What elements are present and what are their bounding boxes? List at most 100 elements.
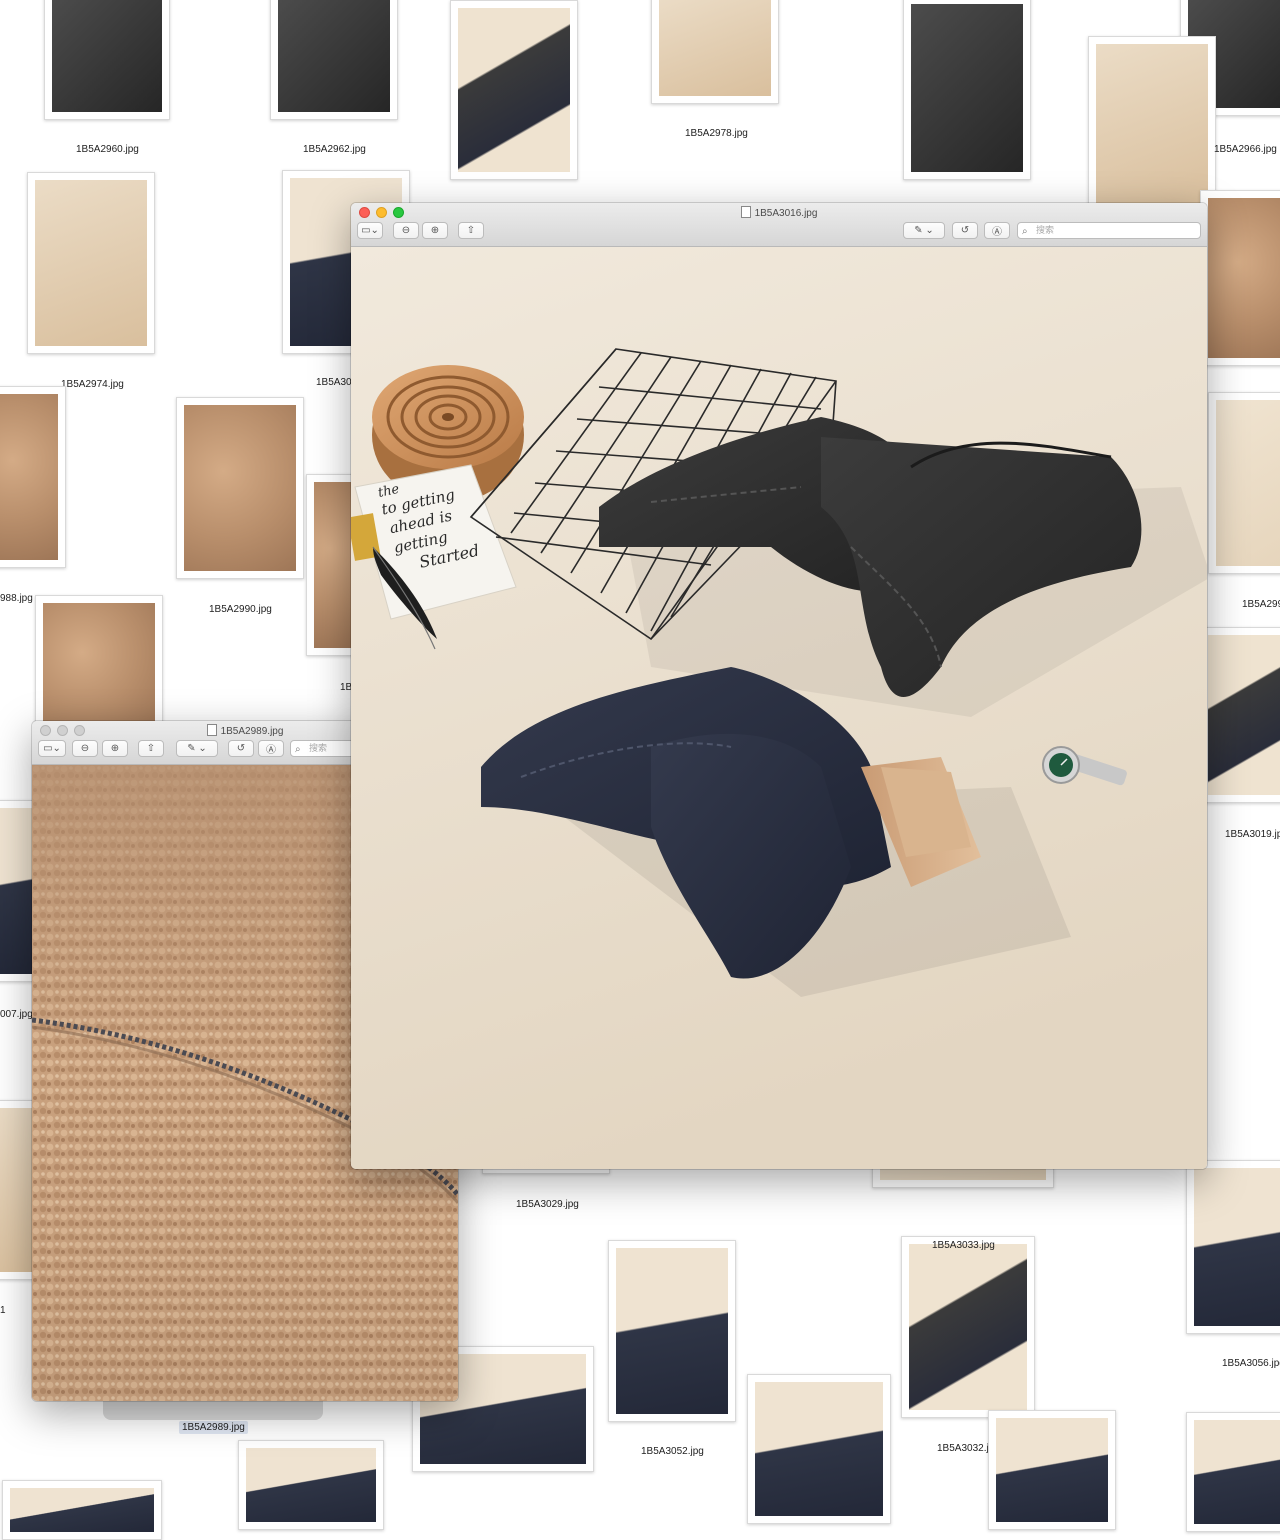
image-canvas[interactable]: the to getting ahead is getting Started (351, 247, 1207, 1169)
thumbnail-image (1194, 1168, 1280, 1326)
zoom-out-icon: ⊖ (80, 743, 90, 754)
thumbnail-1B5A2974[interactable] (27, 172, 155, 354)
annotate-button[interactable]: Ⓐ (258, 740, 284, 757)
thumbnail-image (458, 8, 570, 172)
pen-icon: ✎ ⌄ (187, 743, 207, 754)
thumbnail-image (0, 1108, 32, 1272)
thumbnail-bottom-right-a[interactable] (988, 1410, 1116, 1530)
thumbnail-caption: 1B5A2962.jpg (303, 144, 366, 155)
markup-icon: Ⓐ (992, 227, 1002, 238)
zoom-in-icon: ⊕ (430, 225, 440, 236)
thumbnail-1B5A2988[interactable] (0, 386, 66, 568)
thumbnail-caption: 1B5A3056.jpg (1222, 1358, 1280, 1369)
share-button[interactable]: ⇧ (138, 740, 164, 757)
thumbnail-1B5A2978-left[interactable] (450, 0, 578, 180)
thumbnail-image (52, 0, 162, 112)
thumbnail-fleece-mid[interactable] (35, 595, 163, 735)
zoom-in-icon: ⊕ (110, 743, 120, 754)
thumbnail-bottom-left[interactable] (2, 1480, 162, 1540)
thumbnail-1B5A2960[interactable] (44, 0, 170, 120)
thumbnail-caption: 1B5A3052.jpg (641, 1446, 704, 1457)
markup-icon: Ⓐ (266, 745, 276, 756)
thumbnail-image (0, 394, 58, 560)
zoom-out-button[interactable]: ⊖ (393, 222, 419, 239)
thumbnail-image (909, 1244, 1027, 1410)
thumbnail-caption: 1B5A2990.jpg (209, 604, 272, 615)
thumbnail-image (911, 4, 1023, 172)
thumbnail-image (43, 603, 155, 727)
thumbnail-1B5A3052[interactable] (608, 1240, 736, 1422)
zoom-out-button[interactable]: ⊖ (72, 740, 98, 757)
drag-shadow (103, 1398, 323, 1420)
thumbnail-image (755, 1382, 883, 1516)
thumbnail-image (1208, 635, 1280, 795)
thumbnail-image (1194, 1420, 1280, 1524)
rotate-button[interactable]: ↺ (952, 222, 978, 239)
document-icon (740, 206, 751, 218)
thumbnail-1B5A3019[interactable] (1200, 627, 1280, 803)
thumbnail-1B5A3032[interactable] (747, 1374, 891, 1524)
window-title-text: 1B5A2989.jpg (220, 726, 284, 737)
selected-file-caption[interactable]: 1B5A2989.jpg (179, 1421, 248, 1434)
zoom-in-button[interactable]: ⊕ (102, 740, 128, 757)
thumbnail-1B5A2962[interactable] (270, 0, 398, 120)
thumbnail-caption: 1B5A3033.jpg (932, 1240, 995, 1251)
thumbnail-image (616, 1248, 728, 1414)
thumbnail-caption: 1B5A299 (1242, 599, 1280, 610)
search-icon: ⌕ (295, 744, 301, 755)
thumbnail-image (996, 1418, 1108, 1522)
thumbnail-caption: 988.jpg (0, 593, 33, 604)
thumbnail-image (184, 405, 296, 571)
search-field[interactable]: ⌕ 搜索 (1017, 222, 1201, 239)
thumbnail-caption: 1B5A2966.jpg (1214, 144, 1277, 155)
thumbnail-right-fleece[interactable] (1200, 190, 1280, 366)
thumbnail-dark-pants[interactable] (903, 0, 1031, 180)
document-icon (206, 724, 217, 736)
thumbnail-caption: 1B5A3019.jpg (1225, 829, 1280, 840)
rotate-button[interactable]: ↺ (228, 740, 254, 757)
markup-button[interactable]: ✎ ⌄ (176, 740, 218, 757)
thumbnail-1B5A3033[interactable] (901, 1236, 1035, 1418)
sidebar-toggle-button[interactable]: ▭⌄ (38, 740, 66, 757)
product-photo: the to getting ahead is getting Started (351, 247, 1207, 1169)
rotate-icon: ↺ (236, 743, 246, 754)
search-placeholder: 搜索 (1036, 225, 1055, 235)
search-placeholder: 搜索 (309, 743, 328, 753)
thumbnail-image (1216, 400, 1280, 566)
thumbnail-image (246, 1448, 376, 1522)
sidebar-toggle-button[interactable]: ▭⌄ (357, 222, 383, 239)
zoom-in-button[interactable]: ⊕ (422, 222, 448, 239)
share-icon: ⇧ (466, 225, 476, 236)
thumbnail-bottom-right-b[interactable] (1186, 1412, 1280, 1532)
thumbnail-caption: 1B5A3032.j (937, 1443, 989, 1454)
preview-window-main[interactable]: 1B5A3016.jpg ▭⌄ ⊖ ⊕ ⇧ ✎ ⌄ ↺ Ⓐ ⌕ 搜索 the t… (351, 203, 1207, 1169)
thumbnail-caption: 1B5A2978.jpg (685, 128, 748, 139)
thumbnail-1B5A2990[interactable] (176, 397, 304, 579)
thumbnail-image (1208, 198, 1280, 358)
thumbnail-caption: 1B5A2960.jpg (76, 144, 139, 155)
zoom-out-icon: ⊖ (401, 225, 411, 236)
sidebar-icon: ▭⌄ (43, 743, 61, 754)
thumbnail-image (1096, 44, 1208, 204)
markup-button[interactable]: ✎ ⌄ (903, 222, 945, 239)
share-button[interactable]: ⇧ (458, 222, 484, 239)
thumbnail-image (0, 808, 32, 974)
window-title: 1B5A3016.jpg (351, 206, 1207, 219)
rotate-icon: ↺ (960, 225, 970, 236)
thumbnail-1B5A3056[interactable] (1186, 1160, 1280, 1334)
pen-icon: ✎ ⌄ (914, 225, 934, 236)
sidebar-icon: ▭⌄ (361, 225, 379, 236)
thumbnail-image (35, 180, 147, 346)
thumbnail-1B5A299x[interactable] (1208, 392, 1280, 574)
window-titlebar[interactable]: 1B5A3016.jpg ▭⌄ ⊖ ⊕ ⇧ ✎ ⌄ ↺ Ⓐ ⌕ 搜索 (351, 203, 1207, 247)
thumbnail-caption: 1B5A3029.jpg (516, 1199, 579, 1210)
thumbnail-caption: 1 (0, 1305, 6, 1316)
search-icon: ⌕ (1022, 226, 1028, 237)
thumbnail-image (659, 0, 771, 96)
thumbnail-image (10, 1488, 154, 1532)
thumbnail-1B5A2966[interactable] (1088, 36, 1216, 212)
thumbnail-caption: 1B5A2974.jpg (61, 379, 124, 390)
annotate-button[interactable]: Ⓐ (984, 222, 1010, 239)
thumbnail-bottom-mid[interactable] (238, 1440, 384, 1530)
thumbnail-1B5A2978[interactable] (651, 0, 779, 104)
